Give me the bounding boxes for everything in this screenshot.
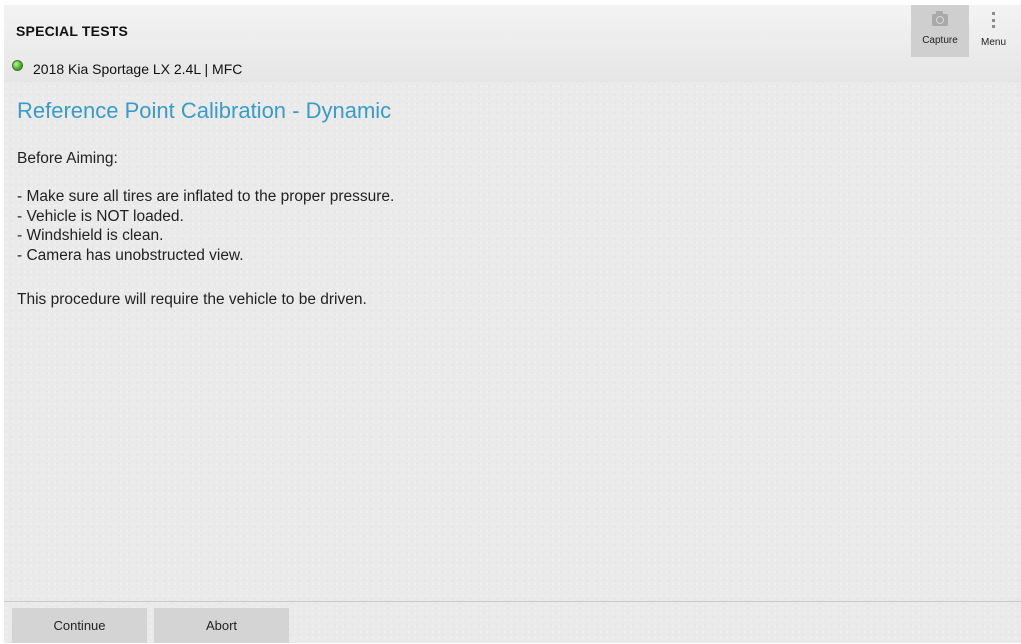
- vertical-dots-icon: [992, 12, 995, 28]
- action-bar: Continue Abort: [4, 601, 1021, 644]
- procedure-note: This procedure will require the vehicle …: [17, 291, 367, 308]
- page-title: Reference Point Calibration - Dynamic: [17, 98, 392, 123]
- abort-button[interactable]: Abort: [154, 608, 289, 643]
- menu-button[interactable]: Menu: [971, 5, 1016, 57]
- checklist-item: - Windshield is clean.: [17, 227, 164, 244]
- connection-status-icon: [12, 59, 23, 71]
- main-content: Reference Point Calibration - Dynamic Be…: [17, 98, 1007, 308]
- header-bar: SPECIAL TESTS 2018 Kia Sportage LX 2.4L …: [4, 5, 1021, 82]
- vehicle-label: 2018 Kia Sportage LX 2.4L | MFC: [33, 61, 243, 77]
- capture-label: Capture: [922, 35, 958, 46]
- checklist: - Make sure all tires are inflated to th…: [17, 187, 394, 265]
- checklist-item: - Camera has unobstructed view.: [17, 246, 244, 264]
- checklist-item: - Vehicle is NOT loaded.: [17, 207, 184, 225]
- app-window: SPECIAL TESTS 2018 Kia Sportage LX 2.4L …: [4, 5, 1021, 643]
- vehicle-info: 2018 Kia Sportage LX 2.4L | MFC: [12, 59, 242, 79]
- menu-label: Menu: [980, 37, 1006, 48]
- camera-icon: [932, 11, 948, 26]
- checklist-item: - Make sure all tires are inflated to th…: [17, 188, 395, 205]
- section-title: SPECIAL TESTS: [16, 23, 129, 39]
- capture-button[interactable]: Capture: [911, 5, 969, 57]
- intro-text: Before Aiming:: [17, 150, 118, 167]
- continue-button[interactable]: Continue: [12, 608, 147, 643]
